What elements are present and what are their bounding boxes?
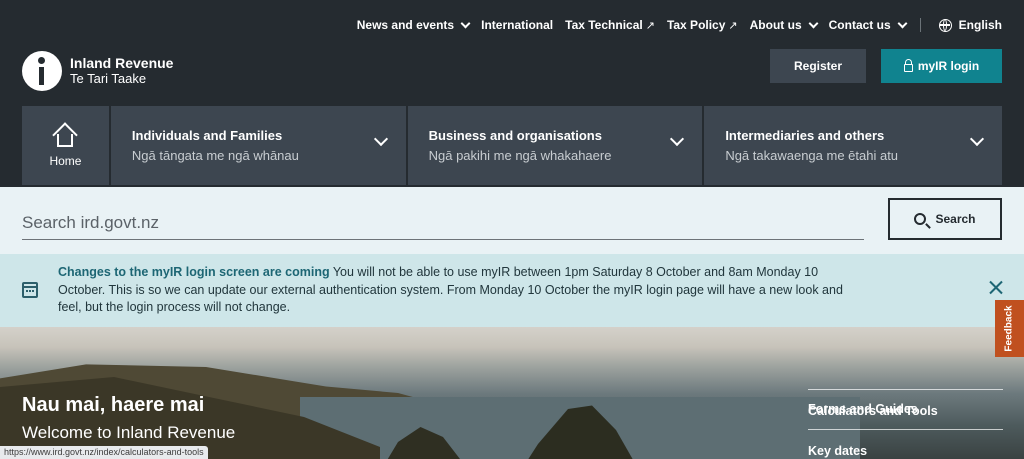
globe-icon: [938, 18, 952, 32]
quick-link-forms-guides[interactable]: Forms and Guides: [808, 327, 1003, 416]
chevron-down-icon: [897, 18, 908, 28]
nav-intermediaries-others[interactable]: Intermediaries and others Ngā takawaenga…: [704, 106, 1002, 185]
page: News and events International Tax Techni…: [0, 0, 1024, 459]
nav-contact-us-label: Contact us: [828, 18, 891, 32]
logo-line2: Te Tari Taake: [70, 71, 147, 86]
main-nav: Home Individuals and Families Ngā tāngat…: [22, 106, 1002, 185]
nav-business-organisations[interactable]: Business and organisations Ngā pakihi me…: [407, 106, 703, 185]
nav-news-and-events[interactable]: News and events: [356, 18, 471, 32]
tile-subtitle: Ngā takawaenga me ētahi atu: [725, 148, 899, 163]
register-label: Register: [793, 59, 843, 73]
calendar-icon: [22, 282, 38, 298]
nav-news-label: News and events: [356, 18, 455, 32]
nav-individuals-families[interactable]: Individuals and Families Ngā tāngata me …: [110, 106, 406, 185]
nav-tax-technical[interactable]: Tax Technical ↗: [565, 18, 655, 32]
lock-icon: [903, 59, 913, 72]
nav-tax-policy-label: Tax Policy: [666, 18, 726, 32]
search-icon: [914, 213, 927, 225]
nav-tax-technical-label: Tax Technical: [565, 18, 643, 32]
alert-heading: Changes to the myIR login screen are com…: [58, 265, 330, 279]
nav-home[interactable]: Home: [22, 106, 109, 185]
quick-link-calculators-tools[interactable]: Calculators and Tools: [808, 390, 1003, 430]
quick-link-key-dates[interactable]: Key dates: [808, 430, 1003, 459]
nav-international-label: International: [481, 18, 554, 32]
myir-login-button[interactable]: myIR login: [881, 49, 1002, 83]
alert-text: Changes to the myIR login screen are com…: [58, 264, 848, 317]
external-link-icon: ↗: [645, 19, 655, 32]
tile-subtitle: Ngā tāngata me ngā whānau: [131, 148, 299, 163]
register-button[interactable]: Register: [770, 49, 866, 83]
browser-status-url: https://www.ird.govt.nz/index/calculator…: [0, 446, 208, 459]
myir-label: myIR login: [917, 59, 980, 73]
nav-about-us-label: About us: [749, 18, 802, 32]
chevron-down-icon: [460, 18, 471, 28]
nav-tax-policy[interactable]: Tax Policy ↗: [667, 18, 738, 32]
tile-title: Intermediaries and others: [725, 128, 885, 143]
tile-title: Business and organisations: [428, 128, 602, 143]
hero-banner: Nau mai, haere mai Welcome to Inland Rev…: [0, 327, 1024, 459]
logo-text: Inland Revenue Te Tari Taake: [70, 55, 174, 87]
nav-contact-us[interactable]: Contact us: [828, 18, 908, 32]
logo-line1: Inland Revenue: [70, 55, 174, 71]
language-label: English: [958, 18, 1002, 32]
tile-subtitle: Ngā pakihi me ngā whakahaere: [428, 148, 612, 163]
site-logo[interactable]: Inland Revenue Te Tari Taake: [22, 51, 173, 91]
feedback-label: Feedback: [1004, 305, 1016, 352]
hero-title: Nau mai, haere mai: [22, 394, 205, 416]
search-button-label: Search: [935, 212, 976, 226]
search-button[interactable]: Search: [888, 198, 1002, 240]
nav-about-us[interactable]: About us: [749, 18, 819, 32]
nav-divider: [919, 18, 921, 32]
alert-banner: Changes to the myIR login screen are com…: [0, 254, 1024, 327]
chevron-down-icon: [373, 131, 388, 147]
feedback-tab[interactable]: Feedback: [995, 300, 1024, 357]
chevron-down-icon: [969, 131, 985, 147]
external-link-icon: ↗: [728, 19, 738, 32]
chevron-down-icon: [808, 18, 819, 28]
ird-logo-icon: [22, 51, 62, 91]
home-label: Home: [49, 153, 82, 168]
search-input[interactable]: [22, 207, 864, 240]
quick-links: Forms and Guides Calculators and Tools K…: [808, 327, 1003, 459]
language-switcher[interactable]: English: [938, 18, 1002, 32]
hero-subtitle: Welcome to Inland Revenue: [22, 423, 236, 442]
search-bar: Search: [0, 187, 1024, 254]
home-icon: [51, 121, 79, 148]
close-icon[interactable]: [987, 279, 1005, 297]
chevron-down-icon: [670, 131, 685, 147]
quick-link-label: Calculators and Tools: [808, 404, 938, 418]
site-header: News and events International Tax Techni…: [0, 0, 1024, 187]
utility-nav: News and events International Tax Techni…: [345, 18, 1002, 32]
quick-link-label: Key dates: [808, 444, 868, 458]
nav-international[interactable]: International: [481, 18, 553, 32]
tile-title: Individuals and Families: [131, 128, 283, 143]
